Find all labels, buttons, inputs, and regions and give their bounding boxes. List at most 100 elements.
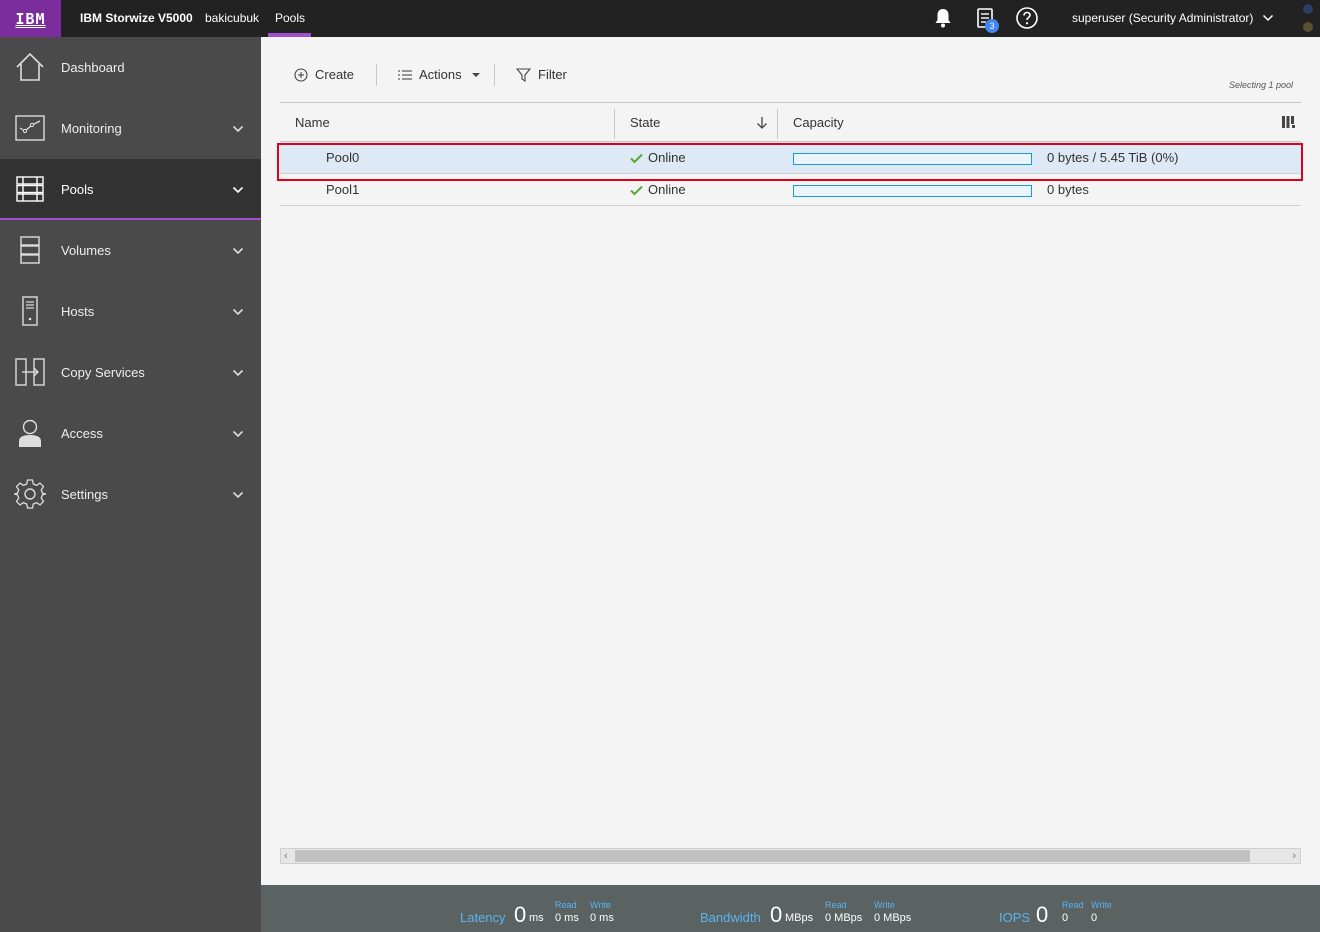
column-header-name[interactable]: Name bbox=[295, 103, 330, 142]
iops-write-value: 0 bbox=[1091, 912, 1098, 924]
chevron-down-icon bbox=[232, 186, 244, 194]
latency-write-label: Write bbox=[590, 900, 611, 910]
filter-icon bbox=[516, 67, 531, 82]
bandwidth-write-label: Write bbox=[874, 900, 895, 910]
performance-status-bar[interactable]: Latency 0 ms Read 0 ms Write 0 ms Bandwi… bbox=[261, 885, 1320, 932]
capacity-bar bbox=[793, 153, 1032, 165]
capacity-bar bbox=[793, 185, 1032, 197]
selection-count-text: Selecting 1 pool bbox=[1228, 80, 1293, 90]
sidebar-item-label: Monitoring bbox=[61, 121, 122, 136]
create-label: Create bbox=[315, 67, 355, 82]
sort-descending-icon[interactable] bbox=[756, 116, 768, 130]
latency-write-value: 0 ms bbox=[590, 912, 614, 924]
state-text: Online bbox=[648, 150, 686, 165]
chevron-down-icon bbox=[232, 491, 244, 499]
ibm-logo[interactable]: IBM bbox=[0, 0, 61, 37]
sidebar-item-volumes[interactable]: Volumes bbox=[0, 220, 261, 281]
sidebar-item-label: Hosts bbox=[61, 304, 95, 319]
system-name[interactable]: bakicubuk bbox=[205, 11, 259, 25]
actions-button[interactable]: Actions bbox=[398, 67, 488, 82]
current-page-breadcrumb[interactable]: Pools bbox=[275, 11, 305, 25]
sidebar-item-label: Dashboard bbox=[61, 60, 125, 75]
iops-read-value: 0 bbox=[1062, 912, 1069, 924]
check-icon bbox=[630, 185, 643, 195]
status-indicator-dots bbox=[1303, 4, 1313, 40]
pool-name-cell: Pool0 bbox=[326, 150, 360, 165]
capacity-text: 0 bytes bbox=[1047, 182, 1089, 197]
column-chooser-icon[interactable] bbox=[1282, 116, 1296, 129]
sidebar: Dashboard Monitoring Pools Volumes Hosts… bbox=[0, 37, 261, 932]
sidebar-item-access[interactable]: Access bbox=[0, 403, 261, 464]
bell-icon[interactable] bbox=[931, 6, 955, 30]
status-dot bbox=[1303, 4, 1313, 14]
create-button[interactable]: Create bbox=[294, 67, 354, 82]
iops-value: 0 bbox=[1036, 902, 1049, 927]
iops-write-label: Write bbox=[1091, 900, 1112, 910]
latency-read-label: Read bbox=[555, 900, 577, 910]
pools-table: Name State Capacity Pool0 Online 0 bytes… bbox=[277, 102, 1303, 206]
help-icon[interactable] bbox=[1015, 6, 1039, 30]
latency-read-value: 0 ms bbox=[555, 912, 579, 924]
latency-unit: ms bbox=[529, 912, 544, 924]
bandwidth-label: Bandwidth bbox=[700, 910, 761, 925]
sidebar-item-label: Access bbox=[61, 426, 103, 441]
iops-label: IOPS bbox=[999, 910, 1031, 925]
scrollbar-thumb[interactable] bbox=[295, 850, 1250, 862]
column-header-capacity[interactable]: Capacity bbox=[793, 103, 844, 142]
sidebar-item-monitoring[interactable]: Monitoring bbox=[0, 98, 261, 159]
chevron-down-icon bbox=[232, 125, 244, 133]
horizontal-scrollbar[interactable]: ‹ › bbox=[280, 848, 1301, 864]
hosts-icon bbox=[22, 296, 38, 326]
latency-value: 0 bbox=[514, 902, 527, 927]
bandwidth-unit: MBps bbox=[785, 912, 814, 924]
column-divider[interactable] bbox=[614, 109, 615, 139]
monitoring-icon bbox=[15, 115, 45, 141]
state-cell: Online bbox=[630, 174, 686, 206]
sidebar-item-dashboard[interactable]: Dashboard bbox=[0, 37, 261, 98]
sidebar-item-label: Pools bbox=[61, 182, 94, 197]
state-cell: Online bbox=[630, 142, 686, 174]
volumes-icon bbox=[20, 236, 40, 264]
column-divider[interactable] bbox=[777, 109, 778, 139]
dashboard-icon bbox=[16, 52, 44, 81]
check-icon bbox=[630, 153, 643, 163]
status-dot bbox=[1303, 22, 1313, 32]
copy-services-icon bbox=[15, 358, 45, 386]
pools-icon bbox=[16, 176, 44, 202]
chevron-down-icon bbox=[232, 369, 244, 377]
chevron-down-icon bbox=[232, 247, 244, 255]
table-header: Name State Capacity bbox=[280, 102, 1301, 142]
sidebar-item-copy-services[interactable]: Copy Services bbox=[0, 342, 261, 403]
user-menu[interactable]: superuser (Security Administrator) bbox=[1072, 11, 1253, 25]
iops-read-label: Read bbox=[1062, 900, 1084, 910]
toolbar-divider bbox=[494, 64, 495, 86]
list-icon bbox=[398, 69, 412, 80]
tasks-count-badge: 3 bbox=[985, 19, 999, 33]
product-name: IBM Storwize V5000 bbox=[80, 11, 193, 25]
sidebar-item-pools[interactable]: Pools bbox=[0, 159, 261, 220]
column-header-state[interactable]: State bbox=[630, 103, 660, 142]
scroll-left-icon[interactable]: ‹ bbox=[284, 850, 288, 862]
table-row[interactable]: Pool0 Online 0 bytes / 5.45 TiB (0%) bbox=[277, 142, 1303, 181]
state-text: Online bbox=[648, 182, 686, 197]
capacity-text: 0 bytes / 5.45 TiB (0%) bbox=[1047, 150, 1179, 165]
sidebar-item-settings[interactable]: Settings bbox=[0, 464, 261, 525]
main-content: Create Actions Filter Selecting 1 pool N… bbox=[261, 37, 1320, 885]
bandwidth-write-value: 0 MBps bbox=[874, 912, 912, 924]
caret-down-icon bbox=[471, 72, 480, 77]
chevron-down-icon[interactable] bbox=[1262, 12, 1274, 24]
scroll-right-icon[interactable]: › bbox=[1292, 850, 1296, 862]
sidebar-item-label: Settings bbox=[61, 487, 108, 502]
bandwidth-value: 0 bbox=[770, 902, 783, 927]
bandwidth-read-label: Read bbox=[825, 900, 847, 910]
pool-name-cell: Pool1 bbox=[326, 182, 360, 197]
add-circle-icon bbox=[294, 67, 308, 82]
latency-label: Latency bbox=[460, 910, 506, 925]
sidebar-item-label: Copy Services bbox=[61, 365, 145, 380]
top-bar: IBM IBM Storwize V5000 bakicubuk Pools 3… bbox=[0, 0, 1320, 37]
table-row[interactable]: Pool1 Online 0 bytes bbox=[280, 174, 1301, 206]
filter-label: Filter bbox=[538, 67, 567, 82]
sidebar-item-hosts[interactable]: Hosts bbox=[0, 281, 261, 342]
access-icon bbox=[19, 419, 41, 447]
filter-button[interactable]: Filter bbox=[516, 67, 567, 82]
